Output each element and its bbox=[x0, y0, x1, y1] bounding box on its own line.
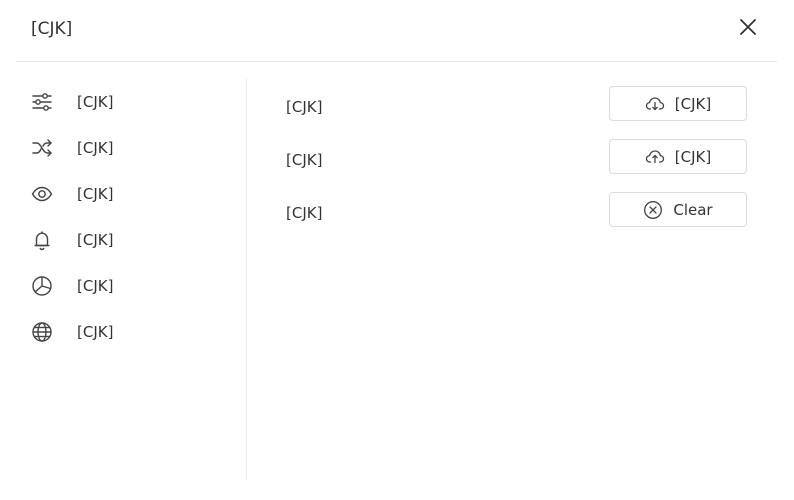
import-button-label: [CJK] bbox=[674, 147, 712, 166]
sidebar-item-label: [CJK] bbox=[77, 323, 114, 341]
sidebar-item-notifications[interactable]: [CJK] bbox=[16, 223, 236, 257]
export-data-label: [CJK] bbox=[286, 98, 323, 116]
shuffle-icon bbox=[31, 137, 53, 159]
dialog-title: [CJK] bbox=[31, 19, 73, 39]
sidebar-item-general[interactable]: [CJK] bbox=[16, 85, 236, 119]
eye-icon bbox=[31, 183, 53, 205]
sidebar-item-data[interactable]: [CJK] bbox=[16, 269, 236, 303]
clear-button-label: Clear bbox=[673, 200, 713, 219]
close-circle-icon bbox=[643, 200, 663, 220]
dialog-header: [CJK] bbox=[0, 0, 794, 61]
sidebar-item-label: [CJK] bbox=[77, 185, 114, 203]
close-button[interactable] bbox=[734, 15, 762, 43]
data-settings-panel: [CJK] [CJK] [CJK] [CJK] [CJK] Clear bbox=[247, 78, 794, 480]
clear-data-label: [CJK] bbox=[286, 204, 323, 222]
sidebar-item-label: [CJK] bbox=[77, 139, 114, 157]
sidebar-item-behavior[interactable]: [CJK] bbox=[16, 131, 236, 165]
sidebar-item-label: [CJK] bbox=[77, 93, 114, 111]
bell-icon bbox=[31, 229, 53, 251]
settings-dialog: [CJK] [CJK] [CJK] [CJK] [CJK] [CJK] [CJK… bbox=[0, 0, 794, 500]
cloud-download-icon bbox=[645, 94, 665, 114]
sidebar-item-label: [CJK] bbox=[77, 231, 114, 249]
sidebar-item-language[interactable]: [CJK] bbox=[16, 315, 236, 349]
sidebar-item-display[interactable]: [CJK] bbox=[16, 177, 236, 211]
globe-icon bbox=[31, 321, 53, 343]
import-data-label: [CJK] bbox=[286, 151, 323, 169]
export-button-label: [CJK] bbox=[674, 94, 712, 113]
sliders-icon bbox=[31, 91, 53, 113]
settings-sidebar: [CJK] [CJK] [CJK] [CJK] [CJK] [CJK] bbox=[16, 78, 246, 480]
import-button[interactable]: [CJK] bbox=[609, 139, 747, 174]
sidebar-item-label: [CJK] bbox=[77, 277, 114, 295]
clear-button[interactable]: Clear bbox=[609, 192, 747, 227]
export-button[interactable]: [CJK] bbox=[609, 86, 747, 121]
header-divider bbox=[16, 61, 777, 62]
close-icon bbox=[739, 18, 757, 40]
pie-chart-icon bbox=[31, 275, 53, 297]
cloud-upload-icon bbox=[645, 147, 665, 167]
